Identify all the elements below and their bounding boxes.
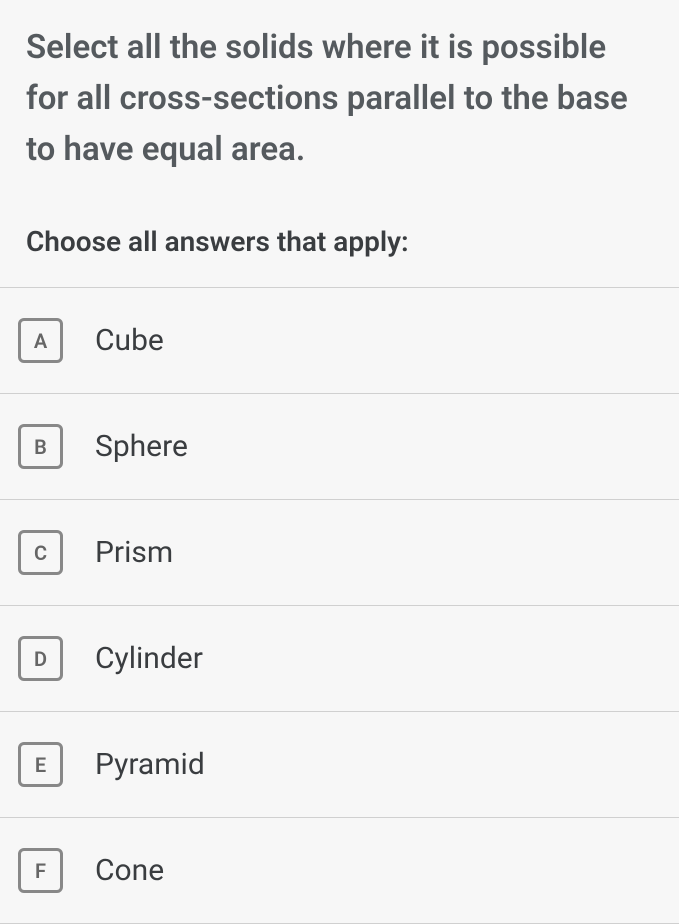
answer-option-f[interactable]: F Cone	[0, 818, 679, 924]
answer-option-e[interactable]: E Pyramid	[0, 712, 679, 818]
quiz-container: Select all the solids where it is possib…	[0, 0, 679, 924]
option-letter-box: E	[18, 742, 63, 787]
answer-option-a[interactable]: A Cube	[0, 288, 679, 394]
answer-list: A Cube B Sphere C Prism D Cylinder E Pyr…	[0, 287, 679, 924]
option-letter-box: A	[18, 318, 63, 363]
option-label: Cube	[95, 323, 164, 358]
answer-option-c[interactable]: C Prism	[0, 500, 679, 606]
option-label: Sphere	[95, 429, 188, 464]
answer-option-d[interactable]: D Cylinder	[0, 606, 679, 712]
option-letter-box: D	[18, 636, 63, 681]
option-label: Cone	[95, 853, 164, 888]
answer-option-b[interactable]: B Sphere	[0, 394, 679, 500]
option-label: Prism	[95, 535, 173, 570]
instruction-text: Choose all answers that apply:	[0, 183, 679, 287]
option-letter-box: C	[18, 530, 63, 575]
question-prompt: Select all the solids where it is possib…	[0, 0, 679, 183]
option-label: Pyramid	[95, 747, 205, 782]
option-label: Cylinder	[95, 641, 203, 676]
option-letter-box: B	[18, 424, 63, 469]
